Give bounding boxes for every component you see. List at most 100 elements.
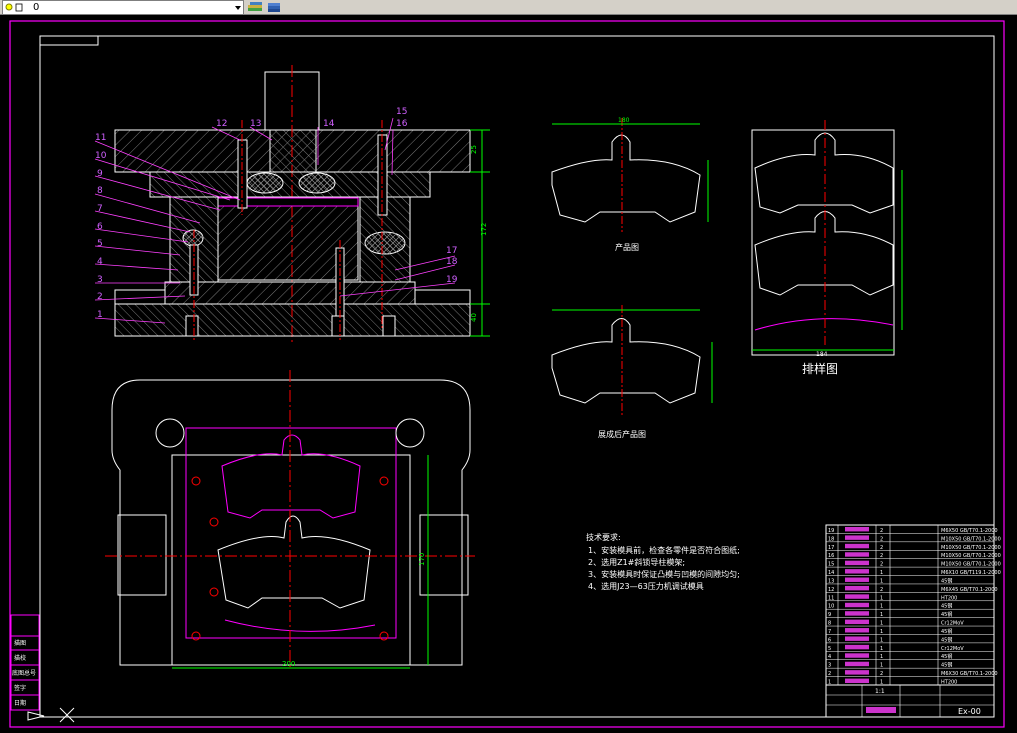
bom-cell-no: 11	[828, 595, 834, 601]
bom-cell-spec: 45钢	[941, 577, 952, 584]
bom-name-redacted	[845, 661, 869, 667]
bom-cell-qty: 2	[880, 671, 883, 677]
bom-cell-qty: 2	[880, 536, 883, 542]
bom-cell-spec: 45钢	[941, 603, 952, 610]
bom-cell-qty: 1	[880, 654, 883, 660]
bom-cell-spec: 45钢	[941, 636, 952, 643]
bom-name-redacted	[845, 644, 869, 650]
bom-cell-qty: 2	[880, 545, 883, 551]
bom-cell-spec: 45钢	[941, 611, 952, 618]
part-label-4: 4	[97, 257, 103, 267]
bom-name-redacted	[845, 543, 869, 549]
bom-name-redacted	[845, 628, 869, 633]
drawing-canvas[interactable]: 172 25 40 1 2 3 4 5 6 7 8 9 10 11 12 13 …	[0, 15, 1017, 733]
bom-name-redacted	[845, 552, 869, 557]
bom-cell-qty: 1	[880, 621, 883, 627]
part-label-2: 2	[97, 292, 103, 302]
part-label-10: 10	[95, 151, 107, 161]
bom-cell-no: 4	[828, 654, 831, 660]
bom-cell-no: 7	[828, 629, 831, 635]
bom-cell-qty: 1	[880, 604, 883, 610]
layer-dropdown[interactable]: 0	[2, 0, 244, 15]
plan-view: 200 170	[105, 370, 475, 670]
strip-layout: 184 排样图	[751, 120, 903, 376]
bom-cell-qty: 1	[880, 570, 883, 576]
part-label-17: 17	[446, 246, 457, 256]
bom-name-redacted	[845, 611, 869, 616]
dim-plan-width: 200	[282, 660, 295, 668]
layer-toolbar: 0	[0, 0, 1017, 15]
title-scale: 1:1	[875, 688, 885, 695]
stamp-label-5: 日期	[14, 699, 26, 707]
bom-cell-qty: 1	[880, 663, 883, 669]
stamp-label-4: 签字	[14, 684, 26, 692]
bom-cell-spec: 45钢	[941, 662, 952, 669]
part-label-13: 13	[250, 119, 261, 129]
tech-req-item-3: 3、安装模具时保证凸模与凹模的间隙均匀;	[588, 569, 740, 579]
dim-height-total: 172	[480, 223, 488, 236]
dim-blank-width: 180	[618, 117, 630, 124]
bom-cell-spec: 45钢	[941, 628, 952, 635]
bom-cell-no: 5	[828, 646, 831, 652]
bom-cell-qty: 1	[880, 637, 883, 643]
bom-cell-spec: M10X50 GB/T70.1-2000	[941, 562, 1001, 568]
bom-name-redacted	[845, 560, 869, 566]
bom-cell-spec: M10X50 GB/T70.1-2000	[941, 553, 1001, 559]
bom-cell-no: 13	[828, 578, 834, 584]
bom-cell-spec: M6X45 GB/T70.1-2000	[941, 587, 998, 593]
bom-cell-spec: Cr12MoV	[941, 646, 964, 652]
part-label-9: 9	[97, 169, 103, 179]
bom-name-redacted	[845, 636, 869, 641]
bill-of-materials: 19 2 M6X50 GB/T70.1-200018 2 M10X50 GB/T70.1…	[825, 524, 1001, 686]
developed-product-drawing: 展成后产品图	[551, 305, 713, 439]
bom-cell-qty: 1	[880, 595, 883, 601]
chevron-down-icon[interactable]	[235, 6, 241, 10]
layer-color-icon[interactable]	[15, 3, 23, 12]
bom-cell-no: 3	[828, 663, 831, 669]
left-stamp: 描图 描校 底图总号 签字 日期	[10, 614, 40, 711]
bom-cell-no: 18	[828, 536, 834, 542]
bom-cell-no: 15	[828, 562, 834, 568]
bom-cell-spec: HT200	[941, 595, 957, 601]
bom-cell-qty: 1	[880, 646, 883, 652]
part-label-8: 8	[97, 186, 103, 196]
bom-name-redacted	[845, 602, 869, 608]
layer-name: 0	[33, 2, 40, 13]
bom-cell-qty: 2	[880, 562, 883, 568]
bom-cell-qty: 1	[880, 629, 883, 635]
part-label-5: 5	[97, 239, 103, 249]
part-label-6: 6	[97, 222, 103, 232]
layer-states-icon[interactable]	[248, 2, 262, 11]
tech-req-title: 技术要求:	[586, 532, 621, 542]
product-drawing: 180 产品图	[551, 117, 709, 252]
product-caption: 产品图	[615, 242, 639, 252]
layers-manager-icon[interactable]	[268, 3, 280, 12]
dim-height-top: 25	[470, 145, 478, 154]
developed-caption: 展成后产品图	[598, 429, 646, 439]
bom-name-redacted	[845, 535, 869, 540]
part-label-7: 7	[97, 204, 103, 214]
bom-cell-no: 6	[828, 637, 831, 643]
part-label-3: 3	[97, 275, 103, 285]
bom-cell-no: 19	[828, 528, 834, 534]
bom-cell-spec: M6X10 GB/T119.1-2000	[941, 570, 1001, 576]
tech-req-item-1: 1、安装模具前，检查各零件是否符合图纸;	[588, 545, 740, 555]
part-label-14: 14	[323, 119, 335, 129]
bom-name-redacted	[845, 653, 869, 658]
stamp-label-2: 描校	[14, 654, 26, 662]
bom-cell-qty: 1	[880, 578, 883, 584]
part-label-1: 1	[97, 310, 103, 320]
layer-bulb-icon[interactable]	[5, 3, 13, 11]
bom-cell-no: 16	[828, 553, 834, 559]
part-label-12: 12	[216, 119, 227, 129]
bom-name-redacted	[845, 585, 869, 591]
bom-name-redacted	[845, 619, 869, 625]
dim-height-bottom: 40	[470, 313, 478, 322]
bom-cell-no: 2	[828, 671, 831, 677]
bom-name-redacted	[845, 670, 869, 675]
bom-cell-no: 8	[828, 621, 831, 627]
bom-cell-no: 10	[828, 604, 834, 610]
bom-cell-qty: 2	[880, 587, 883, 593]
bom-cell-spec: M6X50 GB/T70.1-2000	[941, 528, 998, 534]
bom-cell-qty: 2	[880, 553, 883, 559]
